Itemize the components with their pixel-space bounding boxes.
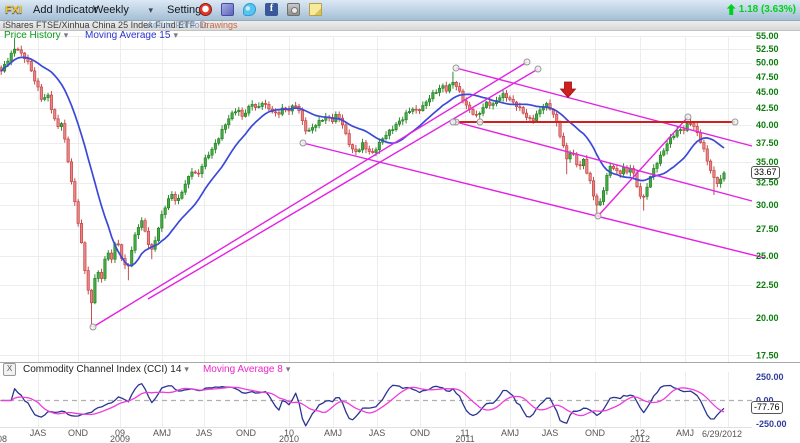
chevron-down-icon: ▾	[286, 364, 291, 374]
price-pane-legend: Price History▾ Moving Average 15▾	[4, 30, 178, 41]
trendline-drawings[interactable]	[90, 59, 765, 330]
timeframe-value: Weekly	[93, 4, 129, 16]
chart-canvas[interactable]: 55.00 52.50 50.00 47.50 45.00 42.50 40.00 37.50…	[0, 0, 800, 443]
price-axis-label: 22.50	[756, 280, 779, 290]
chevron-down-icon: ▾	[173, 30, 178, 40]
price-axis-label: 25.00	[756, 251, 779, 261]
date-axis-year-label: 2012	[630, 434, 650, 443]
date-axis-label: OND	[236, 428, 257, 438]
date-axis-label: JAS	[30, 428, 47, 438]
date-axis-label: OND	[68, 428, 89, 438]
last-price-box: 33.67	[751, 166, 780, 179]
cci-axis-label: -250.00	[756, 419, 787, 429]
legend-cci[interactable]: Commodity Channel Index (CCI) 14▾	[23, 364, 189, 375]
price-axis-label: 40.00	[756, 120, 779, 130]
close-icon[interactable]: X	[3, 363, 16, 376]
date-axis-label: AMJ	[676, 428, 694, 438]
chevron-down-icon: ▾	[184, 364, 189, 374]
price-axis-label: 47.50	[756, 72, 779, 82]
price-axis-label: 45.00	[756, 87, 779, 97]
price-axis-label: 52.50	[756, 44, 779, 54]
price-axis-label: 17.50	[756, 350, 779, 360]
legend-moving-average-8[interactable]: Moving Average 8▾	[203, 364, 290, 375]
price-axis-label: 42.50	[756, 103, 779, 113]
cci-pane-header: X Commodity Channel Index (CCI) 14▾ Movi…	[3, 363, 290, 376]
info-bar: iShares FTSE/Xinhua China 25 Index Fund …	[0, 21, 800, 31]
ma15-line	[1, 57, 724, 265]
price-axis-label: 50.00	[756, 58, 779, 68]
date-axis-label: OND	[410, 428, 431, 438]
timeframe-dropdown[interactable]: Weekly ▾	[93, 4, 153, 16]
up-arrow-icon	[727, 4, 736, 15]
date-axis-year-label: 2010	[279, 434, 299, 443]
legend-price-history[interactable]: Price History▾	[4, 30, 68, 41]
change-text: 1.18 (3.63%)	[739, 4, 796, 15]
twitter-icon[interactable]	[243, 3, 256, 16]
date-axis-label: JAS	[542, 428, 559, 438]
date-axis-year-label: 2009	[110, 434, 130, 443]
price-change: 1.18 (3.63%)	[727, 4, 796, 15]
date-axis-label: OND	[585, 428, 606, 438]
toolbar-icons: f	[199, 3, 322, 16]
candlestick-series	[0, 38, 725, 326]
price-axis-label: 32.50	[756, 178, 779, 188]
cci-line	[1, 384, 724, 426]
price-axis-label: 55.00	[756, 31, 779, 41]
date-axis-year-label: 2011	[455, 434, 474, 443]
alarm-icon[interactable]	[199, 3, 212, 16]
note-icon[interactable]	[309, 3, 322, 16]
end-date-label: 6/29/2012	[702, 429, 742, 439]
legend-moving-average-15[interactable]: Moving Average 15▾	[85, 30, 178, 41]
cci-axis-label: 250.00	[756, 372, 784, 382]
cube-icon[interactable]	[221, 3, 234, 16]
cci-ma-line	[1, 387, 724, 415]
date-axis-year-label: 08	[0, 434, 7, 443]
drawings-link[interactable]: Drawings	[200, 21, 238, 30]
camera-icon[interactable]	[287, 3, 300, 16]
price-axis-label: 27.50	[756, 224, 779, 234]
date-axis-label: JAS	[369, 428, 386, 438]
menu-add-indicator[interactable]: Add Indicator	[33, 4, 98, 16]
date-axis-label: AMJ	[153, 428, 171, 438]
price-axis-label: 37.50	[756, 138, 779, 148]
chevron-down-icon: ▾	[64, 30, 69, 40]
date-axis-label: JAS	[196, 428, 213, 438]
toolbar: FXI Add Indicator Weekly▾ Settings f 1.1…	[0, 0, 800, 21]
charting-app-window: 55.00 52.50 50.00 47.50 45.00 42.50 40.00 37.50…	[0, 0, 800, 443]
price-axis-label: 20.00	[756, 313, 779, 323]
price-axis-label: 30.00	[756, 200, 779, 210]
symbol-label: FXI	[5, 4, 22, 16]
facebook-icon[interactable]: f	[265, 3, 278, 16]
date-axis-label: AMJ	[324, 428, 342, 438]
chevron-down-icon: ▾	[148, 5, 153, 16]
date-axis-label: AMJ	[501, 428, 519, 438]
last-cci-box: -77.76	[751, 401, 783, 414]
